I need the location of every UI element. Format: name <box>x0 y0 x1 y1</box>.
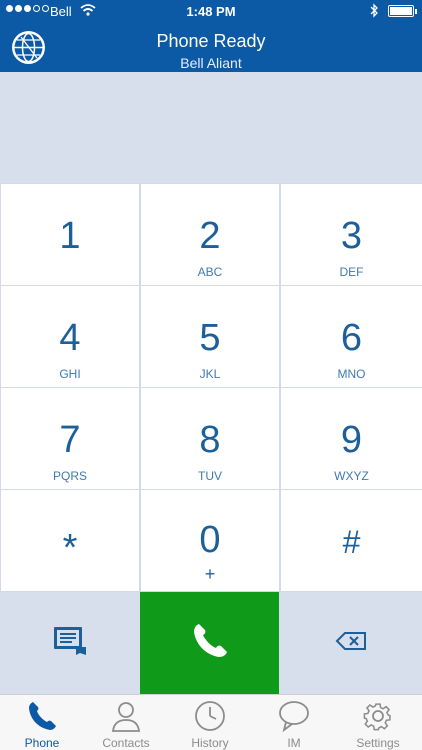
status-bar: Bell 1:48 PM <box>0 0 422 22</box>
key-digit: 4 <box>59 317 81 359</box>
tab-bar: Phone Contacts History IM Settings <box>0 694 422 750</box>
key-letters: ABC <box>197 265 223 279</box>
clock-icon <box>195 701 225 731</box>
key-letters: DEF <box>339 265 364 279</box>
key-3[interactable]: 3 DEF <box>281 184 422 285</box>
tab-label: IM <box>287 736 301 750</box>
key-digit: 0 <box>199 519 221 561</box>
status-time: 1:48 PM <box>186 4 236 19</box>
tab-label: Settings <box>356 736 400 750</box>
phone-icon <box>29 702 56 730</box>
key-1[interactable]: 1 <box>1 184 139 285</box>
tab-label: Phone <box>24 736 60 750</box>
key-digit: 8 <box>199 419 221 461</box>
key-digit: 7 <box>59 419 81 461</box>
key-4[interactable]: 4 GHI <box>1 286 139 387</box>
key-digit: 5 <box>199 317 221 359</box>
backspace-button[interactable] <box>279 592 422 694</box>
bluetooth-icon <box>370 3 379 21</box>
key-star[interactable]: * <box>1 490 139 591</box>
message-button[interactable] <box>0 592 140 694</box>
battery-icon <box>388 5 417 17</box>
call-button[interactable] <box>140 592 279 694</box>
person-icon <box>111 702 141 732</box>
phone-icon <box>190 621 230 666</box>
key-letters: MNO <box>337 367 366 381</box>
tab-history[interactable]: History <box>168 695 252 750</box>
app-header: Bell 1:48 PM Phone Ready Bell Aliant <box>0 0 422 72</box>
key-letters: WXYZ <box>334 469 369 483</box>
key-8[interactable]: 8 TUV <box>141 388 279 489</box>
key-hash[interactable]: # <box>281 490 422 591</box>
backspace-icon <box>335 631 367 656</box>
key-letters: JKL <box>199 367 221 381</box>
key-2[interactable]: 2 ABC <box>141 184 279 285</box>
key-digit: 2 <box>199 215 221 257</box>
action-row <box>0 592 422 694</box>
key-digit: 6 <box>340 317 363 359</box>
key-9[interactable]: 9 WXYZ <box>281 388 422 489</box>
gear-icon <box>363 703 391 731</box>
key-letters: TUV <box>198 469 222 483</box>
page-subtitle: Bell Aliant <box>180 55 242 71</box>
dial-keypad: 1 2 ABC 3 DEF 4 GHI 5 JKL 6 MNO 7 PQRS 8… <box>0 183 422 592</box>
key-0[interactable]: 0 + <box>141 490 279 591</box>
tab-im[interactable]: IM <box>252 695 336 750</box>
key-digit: * <box>62 527 78 569</box>
number-display <box>0 72 422 183</box>
tab-settings[interactable]: Settings <box>336 695 420 750</box>
tab-contacts[interactable]: Contacts <box>84 695 168 750</box>
tab-phone[interactable]: Phone <box>0 695 84 750</box>
page-title: Phone Ready <box>156 31 266 51</box>
key-letters: + <box>204 564 216 584</box>
key-6[interactable]: 6 MNO <box>281 286 422 387</box>
chat-bubble-icon <box>279 701 309 733</box>
key-digit: 1 <box>59 215 81 257</box>
key-digit: 3 <box>340 215 363 257</box>
key-5[interactable]: 5 JKL <box>141 286 279 387</box>
tab-label: Contacts <box>102 736 150 750</box>
key-digit: # <box>342 524 361 560</box>
key-7[interactable]: 7 PQRS <box>1 388 139 489</box>
message-icon <box>52 625 88 662</box>
key-digit: 9 <box>340 419 363 461</box>
tab-label: History <box>191 736 229 750</box>
key-letters: GHI <box>59 367 81 381</box>
key-letters: PQRS <box>52 469 87 483</box>
